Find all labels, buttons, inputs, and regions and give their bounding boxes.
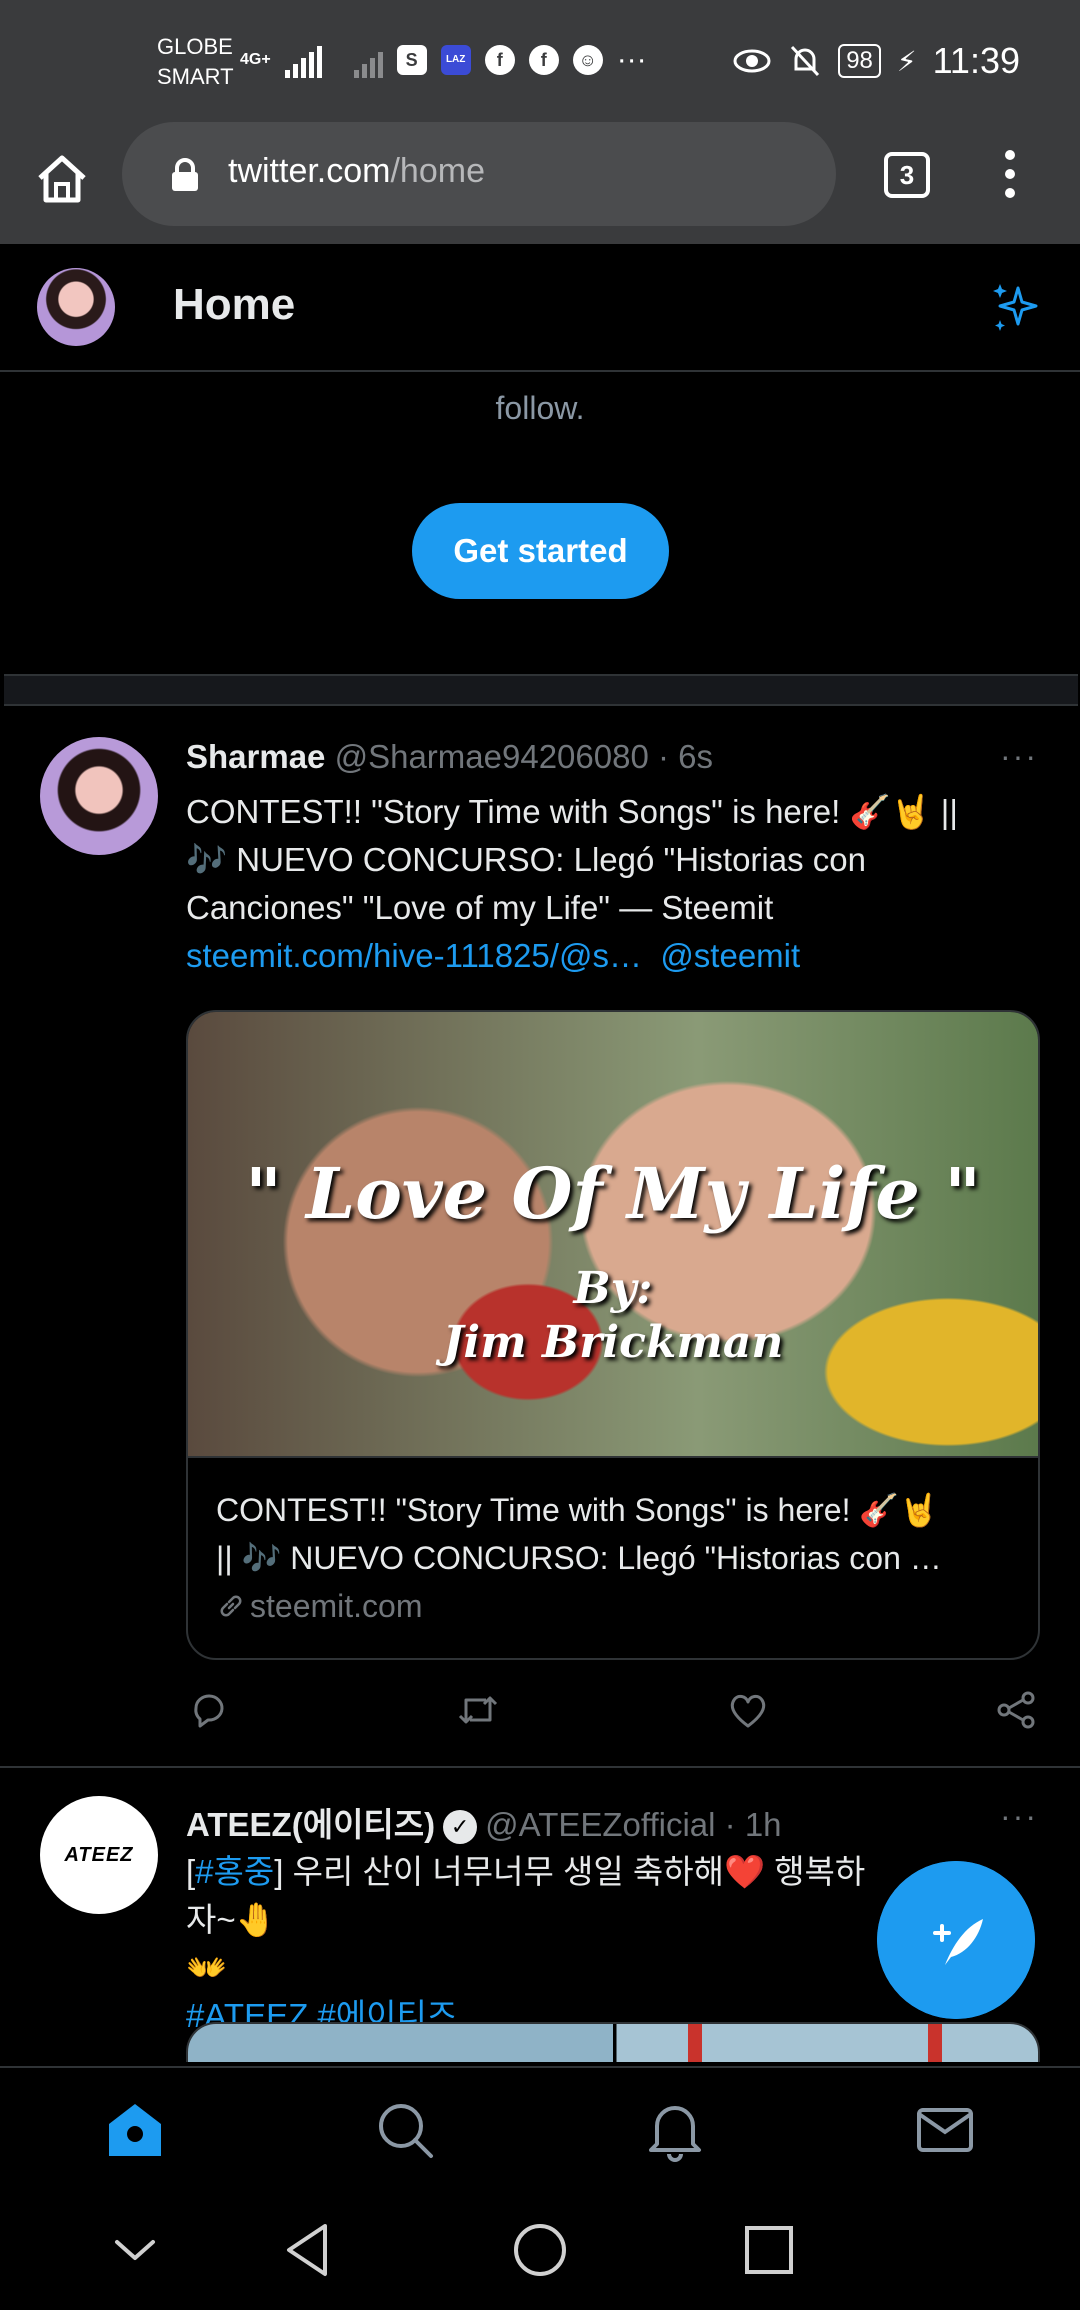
lock-icon: [172, 158, 198, 191]
like-icon[interactable]: [726, 1688, 770, 1732]
profile-avatar[interactable]: [37, 268, 115, 346]
retweet-icon[interactable]: [456, 1688, 500, 1732]
card-image-credit: By: Jim Brickman: [442, 1263, 784, 1368]
card-image: " Love Of My Life " By: Jim Brickman: [188, 1012, 1038, 1458]
mention-link[interactable]: @steemit: [660, 937, 800, 974]
card-image-title: " Love Of My Life ": [245, 1152, 981, 1235]
recents-icon[interactable]: [737, 2218, 801, 2282]
tweet-header: ATEEZ(에이티즈) ✓ @ATEEZofficial · 1h: [186, 1798, 782, 1846]
back-icon[interactable]: [277, 2218, 341, 2282]
tweet-link[interactable]: steemit.com/hive-111825/@s…: [186, 937, 642, 974]
browser-toolbar: twitter.com/home 3: [0, 122, 1080, 244]
status-bar: GLOBE SMART 4G+ S LAZ f f ☺ ··· 98 ⚡ 11:…: [0, 0, 1080, 122]
link-icon: [220, 1595, 242, 1617]
reply-icon[interactable]: [188, 1688, 232, 1732]
verified-badge-icon: ✓: [443, 1810, 478, 1845]
notifications-icon[interactable]: [643, 2098, 707, 2162]
status-icons: 4G+ S LAZ f f ☺ ···: [240, 42, 647, 78]
tweet-separator: [0, 1766, 1080, 1768]
charging-icon: ⚡: [896, 45, 917, 77]
twitter-header: Home: [0, 244, 1080, 372]
author-handle[interactable]: @Sharmae94206080: [335, 738, 649, 775]
tweet-text: [#홍중] 우리 산이 너무너무 생일 축하해❤️ 행복하자~🤚 👐 #ATEE…: [186, 1848, 886, 2040]
author-handle[interactable]: @ATEEZofficial: [485, 1806, 715, 1843]
get-started-button[interactable]: Get started: [412, 503, 669, 599]
compose-tweet-button[interactable]: [877, 1861, 1035, 2019]
share-icon[interactable]: [994, 1688, 1038, 1732]
system-navigation: [0, 2196, 1080, 2310]
signal-icon: [284, 42, 322, 78]
more-options-icon[interactable]: ···: [1000, 1798, 1038, 1835]
author-name[interactable]: ATEEZ(에이티즈): [186, 1806, 435, 1843]
more-options-icon[interactable]: ···: [1000, 738, 1038, 775]
home-icon[interactable]: [103, 2098, 167, 2162]
card-domain: steemit.com: [216, 1582, 1016, 1630]
network-type: 4G+: [240, 51, 271, 68]
avatar[interactable]: ATEEZ: [40, 1796, 158, 1914]
tweet-time[interactable]: · 1h: [725, 1806, 782, 1843]
card-title-line: CONTEST!! "Story Time with Songs" is her…: [216, 1492, 940, 1528]
tweet-text: CONTEST!! "Story Time with Songs" is her…: [186, 793, 958, 974]
sparkle-icon[interactable]: [988, 280, 1044, 336]
notification-app-icon: ☺: [572, 45, 603, 75]
facebook-icon: f: [484, 45, 515, 75]
more-vert-icon[interactable]: [995, 146, 1025, 206]
section-divider: [4, 674, 1078, 706]
follow-prompt-text: follow.: [495, 390, 585, 426]
more-notifications-icon: ···: [616, 43, 647, 76]
avatar[interactable]: [40, 737, 158, 855]
carrier-label: GLOBE SMART: [157, 34, 234, 89]
tweet-header: Sharmae @Sharmae94206080 · 6s: [186, 738, 713, 776]
tweet-media[interactable]: [186, 2022, 1040, 2062]
link-card[interactable]: " Love Of My Life " By: Jim Brickman CON…: [186, 1010, 1040, 1660]
signal-2-icon: [353, 42, 383, 78]
eye-icon: [733, 49, 771, 73]
lazada-icon: LAZ: [440, 45, 471, 75]
bell-off-icon: [791, 45, 820, 77]
hashtag-link[interactable]: #홍중: [195, 1853, 274, 1890]
home-icon[interactable]: [34, 150, 90, 206]
tweet-time[interactable]: · 6s: [658, 738, 713, 775]
card-body: CONTEST!! "Story Time with Songs" is her…: [216, 1486, 1016, 1630]
search-icon[interactable]: [373, 2098, 437, 2162]
address-bar[interactable]: twitter.com/home: [122, 122, 836, 226]
author-name[interactable]: Sharmae: [186, 738, 325, 775]
messages-icon[interactable]: [913, 2098, 977, 2162]
facebook-2-icon: f: [528, 45, 559, 75]
status-right: 98 ⚡ 11:39: [732, 40, 1020, 82]
url-text: twitter.com/home: [228, 152, 485, 190]
tweet-actions: [186, 1688, 1040, 1740]
shopee-icon: S: [396, 45, 427, 75]
tabs-button[interactable]: 3: [884, 152, 930, 198]
bottom-navigation: [0, 2066, 1080, 2196]
chevron-down-icon[interactable]: [103, 2218, 167, 2282]
home-circle-icon[interactable]: [508, 2218, 572, 2282]
battery-indicator: 98: [838, 44, 881, 78]
page-title: Home: [173, 280, 296, 329]
clock: 11:39: [932, 40, 1020, 81]
card-title-line: || 🎶 NUEVO CONCURSO: Llegó "Historias co…: [216, 1540, 942, 1576]
